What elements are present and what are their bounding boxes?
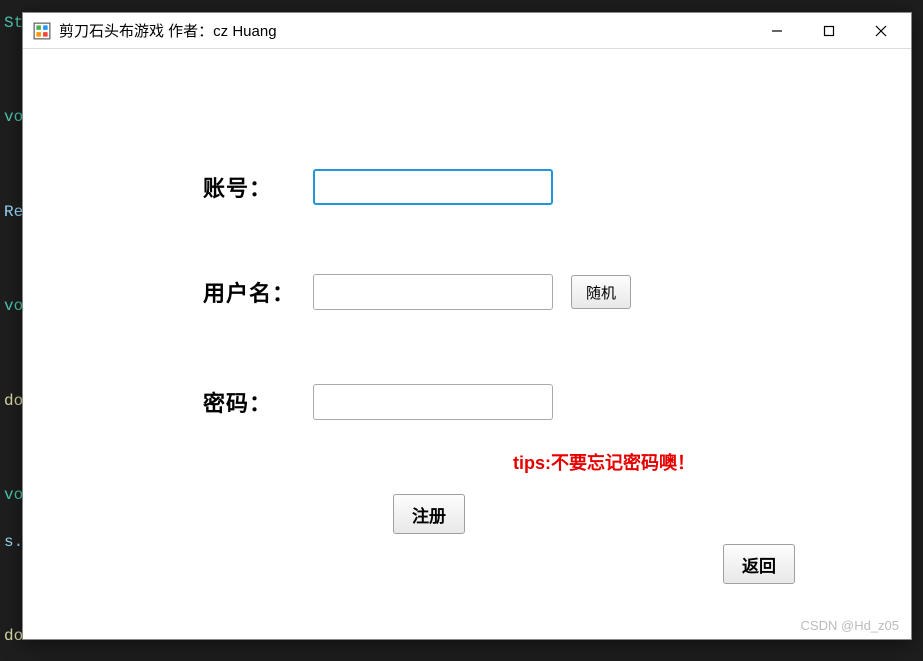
close-button[interactable] bbox=[855, 13, 907, 49]
password-input[interactable] bbox=[313, 384, 553, 420]
maximize-button[interactable] bbox=[803, 13, 855, 49]
account-label: 账号： bbox=[203, 171, 313, 203]
account-row: 账号： bbox=[203, 169, 553, 205]
app-icon bbox=[33, 22, 51, 40]
username-label: 用户名： bbox=[203, 276, 313, 308]
watermark: CSDN @Hd_z05 bbox=[801, 618, 899, 633]
username-input[interactable] bbox=[313, 274, 553, 310]
window-controls bbox=[751, 13, 907, 49]
register-button[interactable]: 注册 bbox=[393, 494, 465, 534]
back-button[interactable]: 返回 bbox=[723, 544, 795, 584]
username-row: 用户名： 随机 bbox=[203, 274, 631, 310]
random-button[interactable]: 随机 bbox=[571, 275, 631, 309]
account-input[interactable] bbox=[313, 169, 553, 205]
titlebar: 剪刀石头布游戏 作者：cz Huang bbox=[23, 13, 911, 49]
window-title: 剪刀石头布游戏 作者：cz Huang bbox=[59, 20, 751, 41]
minimize-button[interactable] bbox=[751, 13, 803, 49]
password-label: 密码： bbox=[203, 386, 313, 418]
tips-text: tips:不要忘记密码噢！ bbox=[513, 449, 695, 475]
window-body: 账号： 用户名： 随机 密码： tips:不要忘记密码噢！ 注册 返回 CSDN… bbox=[23, 49, 911, 639]
password-row: 密码： bbox=[203, 384, 553, 420]
app-window: 剪刀石头布游戏 作者：cz Huang 账号： 用户名： 随机 密码： bbox=[22, 12, 912, 640]
